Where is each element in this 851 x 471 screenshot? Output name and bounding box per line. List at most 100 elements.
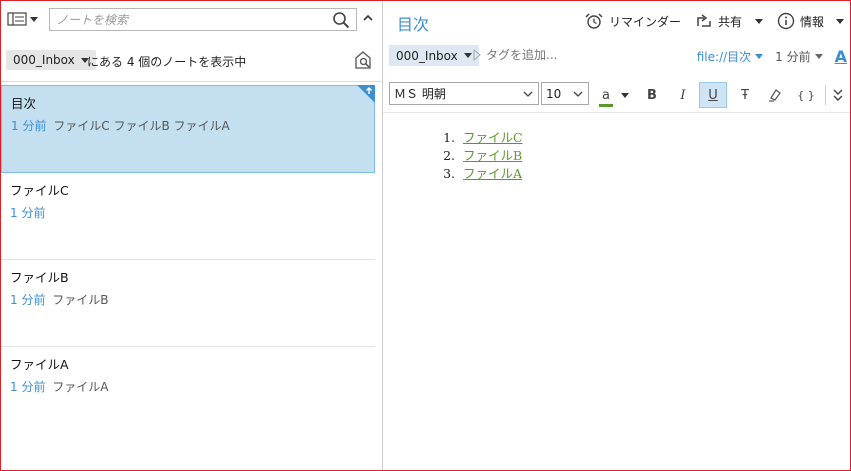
chevron-down-icon xyxy=(621,92,629,98)
note-time: 1 分前 xyxy=(10,293,46,307)
tag-icon xyxy=(473,49,481,61)
notebook-filter-label: 000_Inbox xyxy=(13,53,75,67)
meta-right: file://目次 1 分前 A xyxy=(697,45,847,67)
search-input[interactable] xyxy=(56,11,326,28)
list-view-icon xyxy=(7,12,27,26)
tag-area xyxy=(473,48,596,62)
alarm-clock-icon xyxy=(585,13,603,29)
share-icon xyxy=(697,14,711,27)
text-color-button[interactable]: a xyxy=(595,82,633,108)
note-snippet: ファイルB xyxy=(52,293,109,307)
note-meta: 1 分前 ファイルB xyxy=(10,291,109,308)
code-block-label: { } xyxy=(797,88,815,102)
note-link-label: file://目次 xyxy=(696,49,752,64)
chevron-down-icon xyxy=(754,18,763,24)
note-title: 目次 xyxy=(11,96,37,111)
info-button[interactable]: 情報 xyxy=(777,12,824,30)
info-label: 情報 xyxy=(799,14,824,29)
note-list-item[interactable]: ファイルA 1 分前 ファイルA xyxy=(1,347,375,434)
note-title: ファイルA xyxy=(10,357,69,372)
font-family-value: ＭＳ 明朝 xyxy=(394,87,446,101)
strikethrough-label: Ŧ xyxy=(741,87,749,103)
chevron-down-icon xyxy=(573,91,583,97)
note-meta: 1 分前 xyxy=(10,204,48,221)
note-time: 1 分前 xyxy=(10,206,46,220)
note-list: 目次 1 分前 ファイルC ファイルB ファイルA ファイルC 1 分前 ファイ… xyxy=(1,85,376,434)
font-size-value: 10 xyxy=(546,86,562,101)
note-list-item[interactable]: ファイルC 1 分前 xyxy=(1,173,375,260)
chevron-down-icon xyxy=(523,91,533,97)
note-link[interactable]: ファイルC xyxy=(463,129,523,147)
note-list-item[interactable]: 目次 1 分前 ファイルC ファイルB ファイルA xyxy=(1,85,375,173)
note-meta-row: 000_Inbox file://目次 1 分前 A xyxy=(389,45,847,67)
collapse-up-icon[interactable] xyxy=(362,12,374,24)
note-link[interactable]: ファイルA xyxy=(463,165,522,183)
underline-button[interactable]: U xyxy=(699,82,727,108)
view-options-button[interactable] xyxy=(7,10,41,28)
note-title: ファイルB xyxy=(10,270,69,285)
note-list-item[interactable]: ファイルB 1 分前 ファイルB xyxy=(1,260,375,347)
note-body[interactable]: 1. ファイルC 2. ファイルB 3. ファイルA xyxy=(443,129,523,183)
note-time-dropdown[interactable]: 1 分前 xyxy=(775,48,823,65)
bold-label: B xyxy=(647,87,657,103)
note-count-text: にある 4 個のノートを表示中 xyxy=(87,55,247,69)
note-title-field[interactable]: 目次 xyxy=(397,11,429,35)
note-link-dropdown[interactable]: file://目次 xyxy=(696,48,764,65)
list-number: 2. xyxy=(443,148,455,163)
share-button[interactable]: 共有 xyxy=(695,12,763,30)
info-icon xyxy=(777,12,795,30)
list-number: 3. xyxy=(443,166,455,181)
note-meta: 1 分前 ファイルC ファイルB ファイルA xyxy=(11,117,230,134)
notebook-selector[interactable]: 000_Inbox xyxy=(389,45,479,66)
italic-button[interactable]: I xyxy=(669,82,697,108)
font-format-icon[interactable]: A xyxy=(835,47,847,66)
divider xyxy=(1,81,382,82)
ordered-list: 1. ファイルC 2. ファイルB 3. ファイルA xyxy=(443,129,523,183)
strikethrough-button[interactable]: Ŧ xyxy=(731,82,759,108)
double-chevron-down-icon xyxy=(833,89,843,101)
bold-button[interactable]: B xyxy=(638,82,666,108)
note-title: ファイルC xyxy=(10,183,69,198)
underline-label: U xyxy=(708,87,718,103)
toolbar-separator xyxy=(825,85,826,105)
chevron-down-icon xyxy=(463,53,472,58)
list-number: 1. xyxy=(443,130,455,145)
more-menu-button[interactable] xyxy=(836,18,844,24)
format-toolbar: ＭＳ 明朝 10 a B I U Ŧ {} xyxy=(383,77,850,113)
chevron-down-icon xyxy=(814,53,823,59)
note-time: 1 分前 xyxy=(11,119,47,133)
list-item: 2. ファイルB xyxy=(443,147,523,165)
text-color-icon: a xyxy=(599,87,613,107)
note-snippet: ファイルA xyxy=(52,380,109,394)
color-swatch xyxy=(599,103,613,107)
notebook-selector-label: 000_Inbox xyxy=(396,48,458,63)
note-time-label: 1 分前 xyxy=(775,49,811,64)
highlighter-icon xyxy=(769,89,781,102)
font-family-select[interactable]: ＭＳ 明朝 xyxy=(389,82,539,105)
search-in-notebook-icon[interactable] xyxy=(353,49,373,71)
italic-label: I xyxy=(680,87,686,103)
code-block-button[interactable]: { } xyxy=(792,82,820,108)
highlight-button[interactable] xyxy=(761,82,789,108)
note-editor-pane: 目次 リマインダー 共有 情報 000_Inbox タグを追加... file:… xyxy=(383,1,850,470)
notebook-filter-dropdown[interactable]: 000_Inbox xyxy=(6,50,96,70)
font-size-select[interactable]: 10 xyxy=(541,82,589,105)
note-snippet: ファイルC ファイルB ファイルA xyxy=(53,119,230,133)
share-label: 共有 xyxy=(717,14,742,29)
search-field[interactable] xyxy=(49,8,357,31)
tag-input[interactable] xyxy=(486,48,596,62)
reminder-label: リマインダー xyxy=(608,14,681,29)
editor-actions: リマインダー 共有 情報 xyxy=(570,10,844,32)
note-link[interactable]: ファイルB xyxy=(463,147,522,165)
note-time: 1 分前 xyxy=(10,380,46,394)
chevron-down-icon xyxy=(30,16,38,22)
chevron-down-icon xyxy=(836,18,844,24)
list-item: 1. ファイルC xyxy=(443,129,523,147)
note-meta: 1 分前 ファイルA xyxy=(10,378,109,395)
sync-arrow-icon xyxy=(357,85,375,103)
text-color-letter: a xyxy=(602,87,610,103)
more-tools-button[interactable] xyxy=(829,82,847,108)
reminder-button[interactable]: リマインダー xyxy=(584,12,681,30)
list-item: 3. ファイルA xyxy=(443,165,523,183)
search-icon[interactable] xyxy=(332,11,350,29)
